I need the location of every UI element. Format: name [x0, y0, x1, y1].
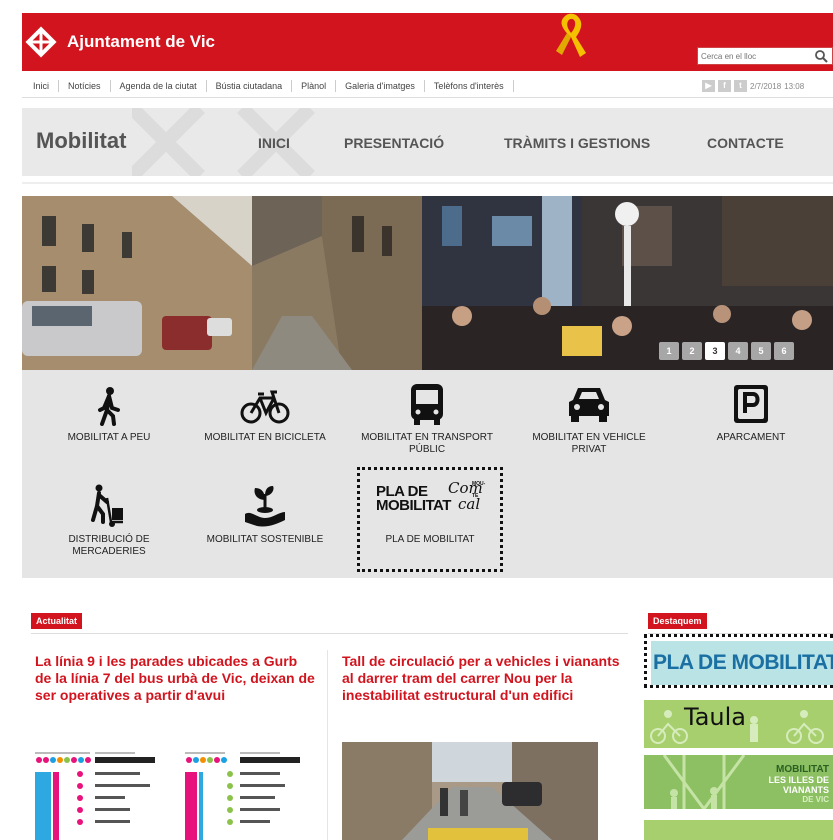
youtube-icon[interactable]: ▶: [702, 80, 715, 92]
slide-button-6[interactable]: 6: [774, 342, 794, 360]
nav-link-bustia[interactable]: Bústia ciutadana: [207, 79, 293, 92]
hand-truck-icon: [91, 484, 123, 527]
tab-tramits[interactable]: TRÀMITS I GESTIONS: [504, 135, 650, 151]
news-column-separator: [327, 650, 328, 840]
module-mobilitat-a-peu[interactable]: MOBILITAT A PEU: [34, 386, 184, 444]
illes-line-1: MOBILITAT: [776, 764, 829, 775]
slide-button-5[interactable]: 5: [751, 342, 771, 360]
slider-pagination: 1 2 3 4 5 6: [659, 342, 794, 360]
twitter-icon[interactable]: t: [734, 80, 747, 92]
module-aparcament[interactable]: APARCAMENT: [676, 382, 826, 444]
bicycle-icon: [240, 390, 290, 424]
featured-pla-mobilitat-frame[interactable]: PLA DE MOBILITAT: [644, 634, 833, 688]
current-time: 13:08: [784, 81, 805, 91]
module-label: MOBILITAT A PEU: [67, 432, 151, 443]
site-header: Ajuntament de Vic: [22, 13, 833, 71]
featured-taula-banner[interactable]: Taula: [644, 700, 833, 748]
module-mobilitat-en-vehicle-privat[interactable]: MOBILITAT EN VEHICLE PRIVAT: [514, 382, 664, 456]
module-label: APARCAMENT: [716, 432, 786, 443]
section-label-destaquem: Destaquem: [648, 613, 707, 629]
plant-hand-icon: [245, 486, 285, 527]
featured-pla-mobilitat-banner[interactable]: PLA DE MOBILITAT: [651, 641, 833, 685]
nav-link-planol[interactable]: Plànol: [292, 79, 337, 92]
featured-banner-partial[interactable]: [644, 820, 833, 840]
facebook-icon[interactable]: f: [718, 80, 731, 92]
street-closure-photo[interactable]: [342, 742, 598, 840]
tab-inici[interactable]: INICI: [258, 135, 290, 151]
tab-contacte[interactable]: CONTACTE: [707, 135, 784, 151]
nav-link-inici[interactable]: Inici: [22, 79, 60, 92]
nav-link-noticies[interactable]: Notícies: [59, 79, 111, 92]
module-label: MOBILITAT EN VEHICLE PRIVAT: [532, 432, 646, 455]
search-input[interactable]: [698, 51, 810, 61]
site-name: Ajuntament de Vic: [67, 32, 215, 51]
slide-button-1[interactable]: 1: [659, 342, 679, 360]
module-label: MOBILITAT SOSTENIBLE: [206, 534, 324, 545]
module-mobilitat-sostenible[interactable]: MOBILITAT SOSTENIBLE: [190, 484, 340, 546]
illes-line-3: VIANANTS: [782, 785, 829, 795]
search-box[interactable]: [697, 47, 833, 65]
site-logo[interactable]: Ajuntament de Vic: [25, 22, 215, 62]
module-mobilitat-en-bicicleta[interactable]: MOBILITAT EN BICICLETA: [190, 386, 340, 444]
nav-link-agenda[interactable]: Agenda de la ciutat: [111, 79, 207, 92]
module-distribucio-de-mercaderies[interactable]: DISTRIBUCIÓ DE MERCADERIES: [34, 484, 184, 558]
bus-icon: [411, 384, 443, 425]
car-icon: [569, 388, 609, 422]
illes-line-4: DE VIC: [802, 795, 829, 804]
section-header: Mobilitat INICI PRESENTACIÓ TRÀMITS I GE…: [22, 108, 833, 176]
social-and-date: ▶ f t 2/7/2018 13:08: [702, 80, 804, 92]
slide-button-3[interactable]: 3: [705, 342, 725, 360]
actualitat-underline: [31, 633, 628, 634]
module-label: MOBILITAT EN BICICLETA: [204, 432, 326, 443]
news-title-2[interactable]: Tall de circulació per a vehicles i vian…: [342, 653, 632, 704]
current-date: 2/7/2018: [750, 81, 782, 91]
search-icon[interactable]: [814, 49, 828, 63]
mobility-modules-panel: MOBILITAT A PEU MOBILITAT EN BICICLETA M…: [22, 370, 833, 578]
pla-highlight-frame: [357, 467, 503, 572]
divider: [22, 182, 833, 184]
taula-title: Taula: [684, 703, 746, 731]
bus-route-map-image[interactable]: [35, 742, 315, 840]
decorative-pattern: [132, 108, 315, 176]
nav-link-telefons[interactable]: Telèfons d'interès: [425, 79, 514, 92]
news-title-1[interactable]: La línia 9 i les parades ubicades a Gurb…: [35, 653, 315, 704]
module-mobilitat-en-transport-public[interactable]: MOBILITAT EN TRANSPORT PÚBLIC: [352, 382, 502, 456]
section-label-actualitat: Actualitat: [31, 613, 83, 629]
top-navigation: Inici Notícies Agenda de la ciutat Bústi…: [22, 74, 833, 98]
nav-link-galeria[interactable]: Galeria d'imatges: [336, 79, 425, 92]
module-label: MOBILITAT EN TRANSPORT PÚBLIC: [361, 432, 493, 455]
featured-illes-vianants-banner[interactable]: MOBILITAT LES ILLES DE VIANANTS DE VIC: [644, 755, 833, 809]
parking-icon: [734, 385, 768, 423]
page-title: Mobilitat: [36, 128, 127, 153]
city-crest-icon: [25, 26, 57, 58]
tab-presentacio[interactable]: PRESENTACIÓ: [344, 135, 444, 151]
walking-person-icon: [98, 387, 120, 426]
banner-slider[interactable]: 1 2 3 4 5 6: [22, 196, 833, 370]
slide-button-4[interactable]: 4: [728, 342, 748, 360]
illes-line-2: LES ILLES DE: [768, 775, 829, 785]
illes-text-block: MOBILITAT LES ILLES DE VIANANTS DE VIC: [768, 765, 829, 805]
slide-button-2[interactable]: 2: [682, 342, 702, 360]
module-label: DISTRIBUCIÓ DE MERCADERIES: [68, 534, 150, 557]
yellow-ribbon-icon: [556, 13, 586, 58]
